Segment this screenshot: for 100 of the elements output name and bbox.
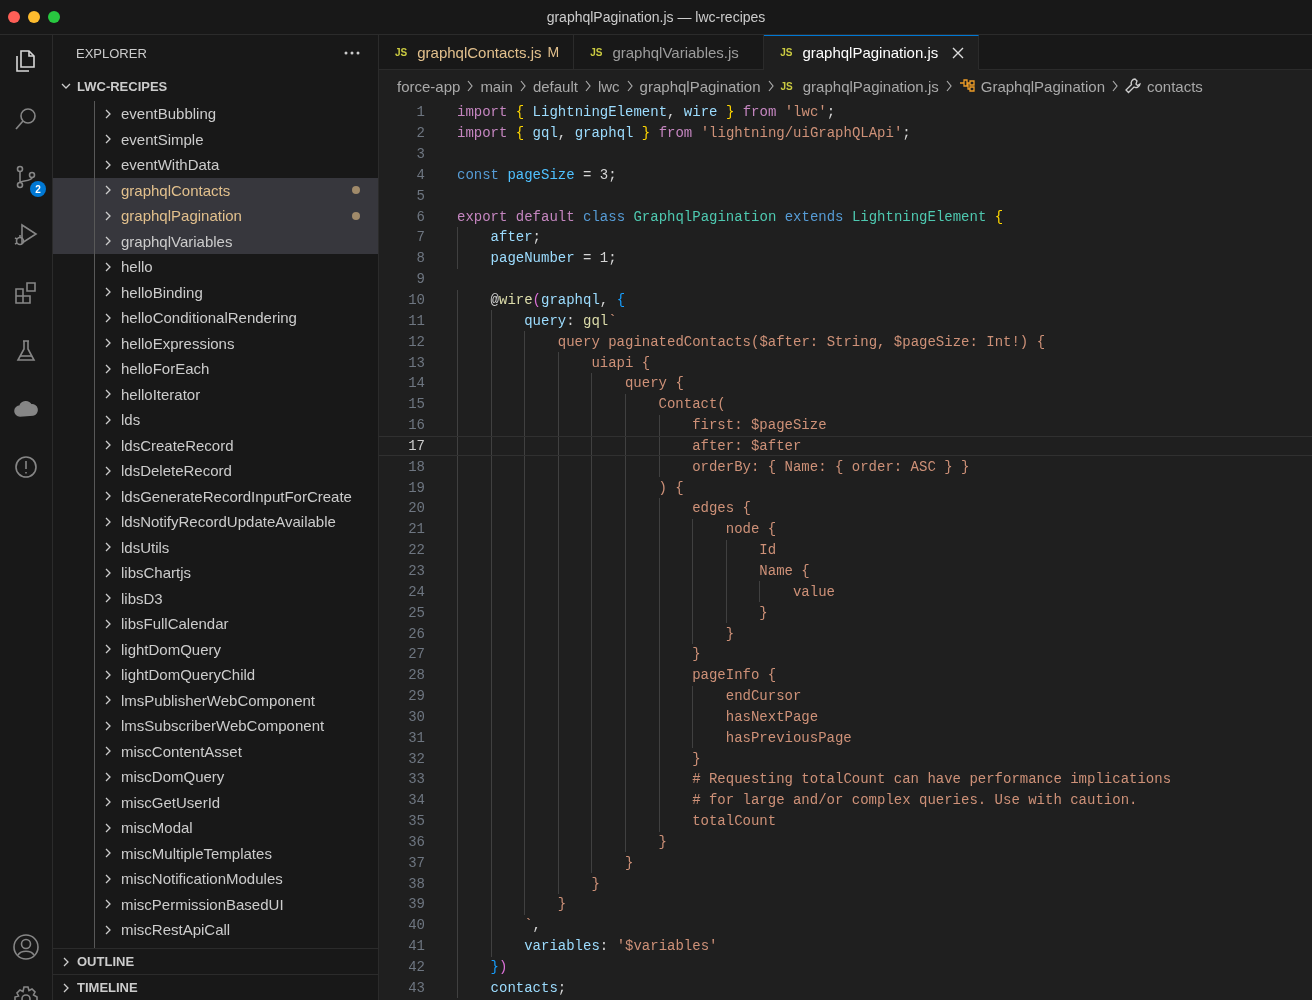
line-number: 16	[407, 417, 425, 434]
breadcrumb-item[interactable]: GraphqlPagination	[980, 77, 1105, 95]
folder-item[interactable]: helloBinding	[53, 279, 378, 305]
chevron-icon	[103, 771, 113, 782]
folder-item[interactable]: lmsPublisherWebComponent	[53, 687, 378, 713]
line-number: 4	[415, 166, 425, 183]
line-number: 42	[407, 959, 425, 975]
line-number: 18	[407, 458, 425, 475]
chevron-icon	[103, 797, 113, 808]
close-window-button[interactable]	[8, 11, 20, 23]
folder-item[interactable]: libsChartjs	[53, 560, 378, 586]
folder-item[interactable]: ldsGenerateRecordInputForCreate	[53, 483, 378, 509]
account-icon[interactable]	[11, 932, 41, 962]
line-number: 10	[407, 292, 425, 308]
explorer-title: EXPLORER	[76, 45, 147, 61]
folder-item[interactable]: helloForEach	[53, 356, 378, 382]
folder-item[interactable]: graphqlVariables	[53, 228, 378, 254]
line-number: 7	[415, 229, 425, 246]
breadcrumb-item[interactable]: graphqlPagination	[639, 77, 761, 95]
folder-item[interactable]: helloExpressions	[53, 330, 378, 356]
folder-item[interactable]: eventSimple	[53, 126, 378, 152]
code-line: const pageSize = 3;	[457, 166, 617, 183]
line-number: 9	[415, 271, 425, 288]
line-number: 2	[415, 125, 425, 142]
code-line: contacts;	[490, 979, 567, 996]
folder-item[interactable]: miscDomQuery	[53, 764, 378, 790]
code-line: }	[692, 750, 701, 767]
folder-item[interactable]: miscContentAsset	[53, 738, 378, 764]
editor-tab[interactable]: JS graphqlPagination.js	[764, 35, 980, 70]
line-number: 24	[407, 583, 425, 600]
code-line: }	[658, 833, 667, 850]
folder-item[interactable]: ldsDeleteRecord	[53, 458, 378, 484]
folder-item[interactable]: libsFullCalendar	[53, 611, 378, 637]
folder-item[interactable]: hello	[53, 254, 378, 280]
folder-item[interactable]: miscMultipleTemplates	[53, 840, 378, 866]
chevron-icon	[103, 210, 113, 221]
chevron-icon	[61, 956, 71, 967]
folder-item[interactable]: ldsCreateRecord	[53, 432, 378, 458]
folder-item[interactable]: miscGetUserId	[53, 789, 378, 815]
chevron-icon	[103, 389, 113, 400]
editor-tab[interactable]: JS graphqlContacts.js M	[379, 35, 575, 70]
breadcrumb-item[interactable]: contacts	[1147, 77, 1203, 95]
folder-item[interactable]: miscNotificationModules	[53, 866, 378, 892]
line-number: 17	[407, 437, 425, 454]
folder-item[interactable]: lmsSubscriberWebComponent	[53, 713, 378, 739]
section-header[interactable]: OUTLINE	[53, 948, 378, 974]
folder-item[interactable]: helloConditionalRendering	[53, 305, 378, 331]
zoom-window-button[interactable]	[48, 11, 60, 23]
code-line: variables: '$variables'	[524, 938, 718, 955]
chevron-icon	[103, 848, 113, 859]
line-number: 28	[407, 667, 425, 684]
folder-name: LWC-RECIPES	[77, 78, 168, 94]
folder-item[interactable]: helloIterator	[53, 381, 378, 407]
alert-icon[interactable]	[12, 453, 40, 481]
chevron-icon	[1111, 80, 1119, 92]
line-number: 33	[407, 771, 425, 788]
chevron-icon	[103, 644, 113, 655]
folder-item[interactable]: lightDomQuery	[53, 636, 378, 662]
chevron-icon	[61, 81, 71, 91]
breadcrumb-item[interactable]: lwc	[597, 77, 620, 95]
breadcrumb-item[interactable]: main	[480, 77, 513, 95]
js-file-label: JS	[780, 80, 793, 92]
folder-item[interactable]: eventWithData	[53, 152, 378, 178]
folder-item[interactable]: graphqlContacts	[53, 177, 378, 203]
folder-item[interactable]: libsD3	[53, 585, 378, 611]
code-line: }	[591, 875, 600, 892]
breadcrumb-item[interactable]: force-app	[397, 77, 461, 95]
code-line: })	[490, 959, 508, 975]
folder-item[interactable]: lightDomQueryChild	[53, 662, 378, 688]
code-line: }	[725, 625, 735, 642]
folder-item[interactable]: miscRestApiCall	[53, 917, 378, 943]
more-actions-icon[interactable]	[344, 51, 360, 55]
code-line: query {	[624, 375, 684, 392]
folder-header[interactable]: LWC-RECIPES	[53, 71, 378, 101]
minimize-window-button[interactable]	[28, 11, 40, 23]
breadcrumb-item[interactable]: default	[532, 77, 578, 95]
changes-count-badge: 2	[30, 181, 46, 197]
line-number: 13	[407, 354, 425, 371]
folder-item[interactable]: miscPermissionBasedUI	[53, 891, 378, 917]
line-number: 27	[407, 646, 425, 663]
line-number: 1	[415, 104, 425, 121]
line-number: 14	[407, 375, 425, 392]
breadcrumb-item[interactable]: graphqlPagination.js	[802, 77, 939, 95]
line-number: 34	[407, 792, 425, 809]
folder-item[interactable]: miscModal	[53, 815, 378, 841]
line-number: 3	[415, 146, 425, 163]
line-number: 5	[415, 187, 425, 204]
code-line: query: gql`	[524, 312, 617, 329]
close-icon[interactable]	[952, 46, 965, 59]
js-file-label: JS	[590, 46, 603, 58]
folder-item[interactable]: eventBubbling	[53, 101, 378, 127]
js-file-label: JS	[395, 46, 408, 58]
folder-item[interactable]: ldsNotifyRecordUpdateAvailable	[53, 509, 378, 535]
folder-item[interactable]: lds	[53, 407, 378, 433]
section-title: OUTLINE	[77, 954, 135, 969]
line-number: 15	[407, 396, 425, 413]
folder-item[interactable]: ldsUtils	[53, 534, 378, 560]
code-line: hasPreviousPage	[725, 729, 852, 746]
section-header[interactable]: TIMELINE	[53, 974, 378, 1000]
folder-item[interactable]: graphqlPagination	[53, 203, 378, 229]
